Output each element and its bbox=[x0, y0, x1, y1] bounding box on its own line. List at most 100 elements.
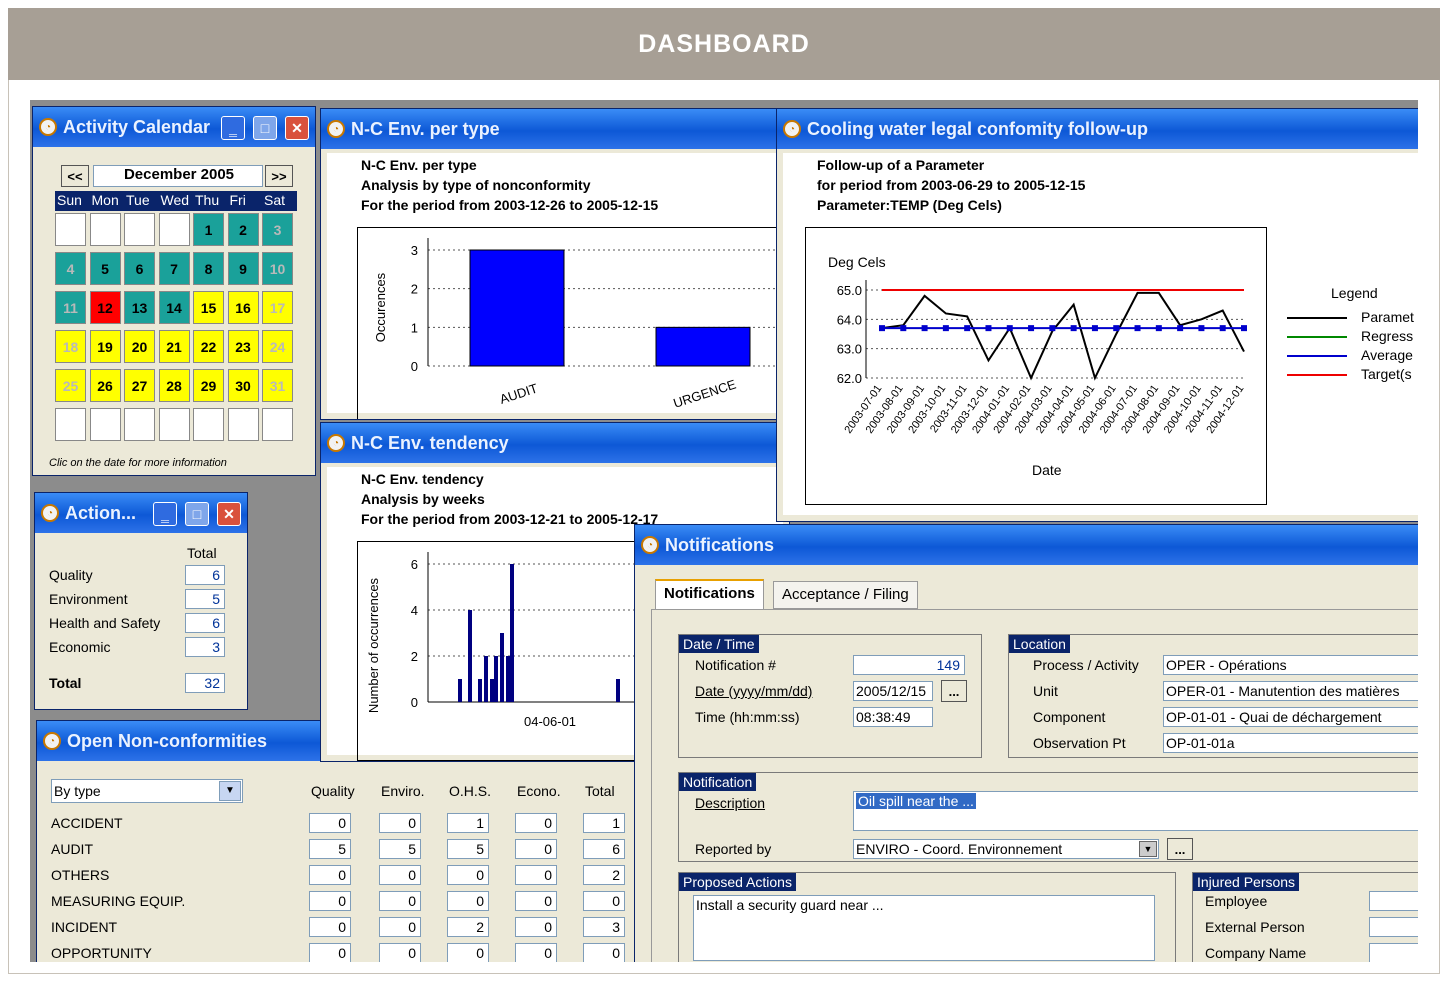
component-field[interactable]: OP-01-01 - Quai de déchargement bbox=[1163, 707, 1418, 727]
calendar-day[interactable]: 27 bbox=[124, 369, 155, 402]
calendar-day[interactable]: 31 bbox=[262, 369, 293, 402]
calendar-day[interactable]: 1 bbox=[193, 213, 224, 246]
action-title: Action... bbox=[65, 502, 136, 523]
data-point bbox=[1155, 325, 1162, 332]
calendar-day[interactable]: 23 bbox=[227, 330, 259, 363]
group-by-select[interactable]: By type ▼ bbox=[51, 779, 243, 803]
calendar-day[interactable]: 11 bbox=[55, 291, 86, 324]
notifications-titlebar[interactable]: ◔ Notifications bbox=[635, 525, 1418, 565]
close-button[interactable]: ✕ bbox=[285, 116, 309, 140]
calendar-day[interactable]: 21 bbox=[158, 330, 190, 363]
calendar-day[interactable]: 9 bbox=[227, 252, 259, 285]
calendar-day[interactable]: 28 bbox=[158, 369, 190, 402]
calendar-day[interactable]: 10 bbox=[262, 252, 293, 285]
calendar-day[interactable]: 5 bbox=[89, 252, 121, 285]
bar bbox=[494, 656, 498, 702]
nc-cell-value: 0 bbox=[309, 917, 351, 937]
calendar-day[interactable]: 13 bbox=[124, 291, 155, 324]
proposed-actions-field[interactable]: Install a security guard near ... bbox=[693, 895, 1155, 961]
desktop-area: ◔ Activity Calendar ‗ □ ✕ << December 20… bbox=[30, 100, 1418, 962]
calendar-day[interactable]: 16 bbox=[227, 291, 259, 324]
external-person-field[interactable] bbox=[1369, 917, 1418, 937]
process-field[interactable]: OPER - Opérations bbox=[1163, 655, 1418, 675]
chart-frame: Deg Cels Date 65.0 64.0 63.0 62.0 2003-07-01… bbox=[805, 227, 1267, 505]
nc-cell-value: 0 bbox=[447, 865, 489, 885]
group-by-value: By type bbox=[54, 783, 101, 799]
chart-frame: Occurences 0 1 2 3 AUDIT URGENCE bbox=[357, 227, 788, 419]
calendar-day[interactable]: 25 bbox=[55, 369, 86, 402]
calendar-day[interactable]: 19 bbox=[89, 330, 121, 363]
data-point bbox=[1091, 325, 1098, 332]
cooling-water-window: ◔ Cooling water legal confomity follow-u… bbox=[776, 108, 1418, 522]
reported-by-value: ENVIRO - Coord. Environnement bbox=[856, 841, 1063, 857]
calendar-day[interactable]: 22 bbox=[193, 330, 224, 363]
calendar-day[interactable]: 2 bbox=[227, 213, 259, 246]
date-label: Date (yyyy/mm/dd) bbox=[695, 683, 813, 699]
nc-per-type-titlebar[interactable]: ◔ N-C Env. per type bbox=[321, 109, 789, 149]
nc-cell-value: 0 bbox=[515, 891, 557, 911]
y-tick-label: 65.0 bbox=[837, 283, 862, 298]
calendar-day[interactable]: 24 bbox=[262, 330, 293, 363]
reported-by-select[interactable]: ENVIRO - Coord. Environnement ▼ bbox=[853, 839, 1159, 859]
calendar-day[interactable]: 6 bbox=[124, 252, 155, 285]
app-icon: ◔ bbox=[641, 536, 659, 554]
unit-field[interactable]: OPER-01 - Manutention des matières bbox=[1163, 681, 1418, 701]
calendar-day[interactable]: 15 bbox=[193, 291, 224, 324]
date-picker-button[interactable]: ... bbox=[941, 680, 967, 702]
group-header: Notification bbox=[679, 773, 757, 791]
notification-number-field[interactable]: 149 bbox=[853, 655, 965, 675]
reported-by-lookup-button[interactable]: ... bbox=[1167, 838, 1193, 860]
tab-acceptance-filing[interactable]: Acceptance / Filing bbox=[773, 581, 918, 609]
tab-notifications[interactable]: Notifications bbox=[655, 579, 764, 611]
calendar-day[interactable]: 3 bbox=[262, 213, 293, 246]
report-title: Follow-up of a Parameter bbox=[817, 157, 985, 173]
time-field[interactable]: 08:38:49 bbox=[853, 707, 933, 727]
data-point bbox=[921, 325, 928, 332]
nc-cell-value: 5 bbox=[379, 839, 421, 859]
data-point bbox=[879, 325, 885, 332]
report-subtitle: Analysis by type of nonconformity bbox=[361, 177, 591, 193]
weekday-label: Sun bbox=[57, 192, 82, 208]
calendar-day[interactable]: 17 bbox=[262, 291, 293, 324]
open-nc-title: Open Non-conformities bbox=[67, 730, 268, 751]
calendar-day[interactable]: 14 bbox=[158, 291, 190, 324]
nc-cell-value: 0 bbox=[515, 917, 557, 937]
calendar-day[interactable]: 18 bbox=[55, 330, 86, 363]
weekday-label: Wed bbox=[160, 192, 190, 208]
y-tick-label: 6 bbox=[411, 557, 418, 572]
app-icon: ◔ bbox=[327, 120, 345, 138]
next-month-button[interactable]: >> bbox=[265, 165, 293, 187]
observation-field[interactable]: OP-01-01a bbox=[1163, 733, 1418, 753]
date-field[interactable]: 2005/12/15 bbox=[853, 681, 933, 701]
employee-field[interactable] bbox=[1369, 891, 1418, 911]
maximize-button[interactable]: □ bbox=[185, 502, 209, 526]
nc-tendency-titlebar[interactable]: ◔ N-C Env. tendency bbox=[321, 423, 789, 463]
calendar-day[interactable]: 29 bbox=[193, 369, 224, 402]
chevron-down-icon[interactable]: ▼ bbox=[1139, 841, 1157, 857]
data-point bbox=[1113, 325, 1120, 332]
app-icon: ◔ bbox=[327, 434, 345, 452]
minimize-button[interactable]: ‗ bbox=[221, 116, 245, 140]
action-row-value: 6 bbox=[185, 613, 225, 633]
calendar-day[interactable]: 12 bbox=[89, 291, 121, 324]
maximize-button[interactable]: □ bbox=[253, 116, 277, 140]
data-point bbox=[1006, 325, 1013, 332]
minimize-button[interactable]: ‗ bbox=[153, 502, 177, 526]
cooling-titlebar[interactable]: ◔ Cooling water legal confomity follow-u… bbox=[777, 109, 1418, 149]
action-titlebar[interactable]: ◔ Action... bbox=[35, 493, 247, 533]
chevron-down-icon[interactable]: ▼ bbox=[219, 781, 241, 801]
data-point bbox=[900, 325, 907, 332]
injured-persons-group: Injured Persons Employee External Person… bbox=[1192, 872, 1418, 962]
action-row-value: 6 bbox=[185, 565, 225, 585]
tab-panel: Date / Time Notification # 149 Date (yyy… bbox=[651, 609, 1418, 962]
calendar-day[interactable]: 30 bbox=[227, 369, 259, 402]
calendar-day[interactable]: 20 bbox=[124, 330, 155, 363]
close-button[interactable]: ✕ bbox=[217, 502, 241, 526]
prev-month-button[interactable]: << bbox=[61, 165, 89, 187]
calendar-day[interactable]: 4 bbox=[55, 252, 86, 285]
company-name-field[interactable] bbox=[1369, 943, 1418, 962]
calendar-day[interactable]: 8 bbox=[193, 252, 224, 285]
calendar-day[interactable]: 7 bbox=[158, 252, 190, 285]
calendar-day[interactable]: 26 bbox=[89, 369, 121, 402]
description-field[interactable]: Oil spill near the ... bbox=[853, 791, 1418, 831]
